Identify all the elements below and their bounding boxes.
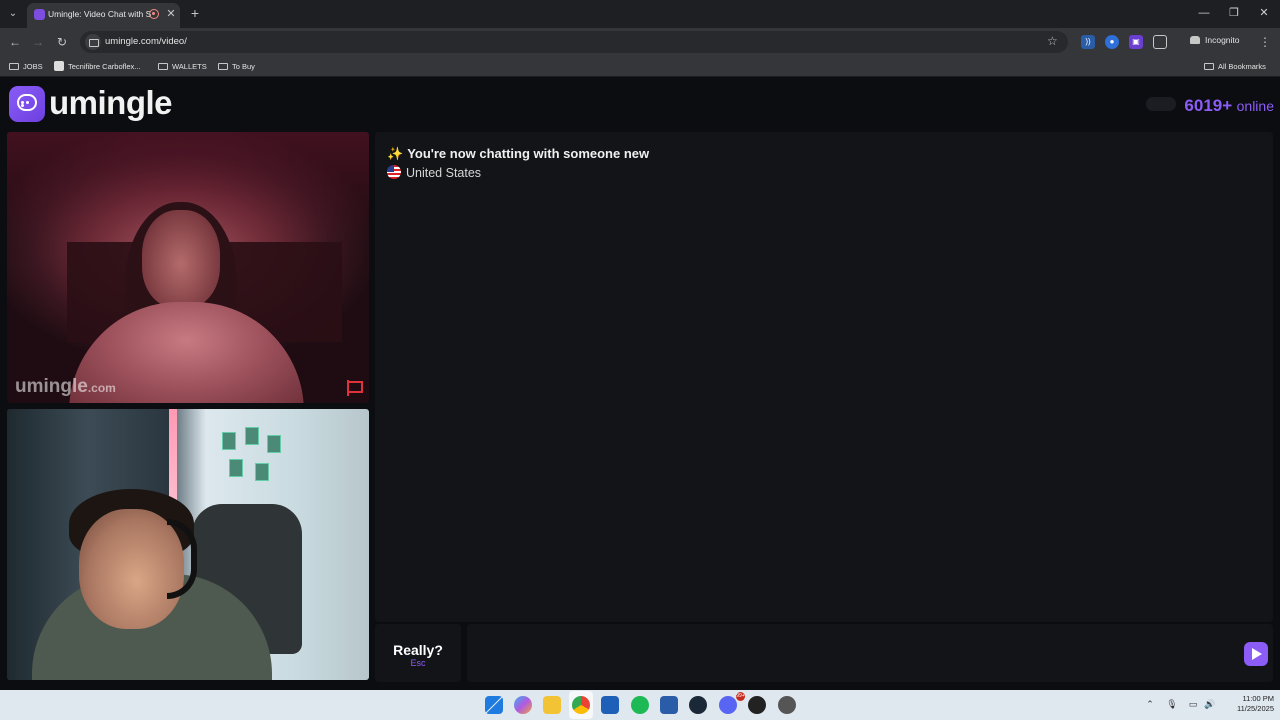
folder-icon bbox=[158, 63, 168, 70]
discord-icon[interactable] bbox=[719, 696, 737, 714]
settings-gear-icon[interactable] bbox=[778, 696, 796, 714]
bookmark-to-buy[interactable]: To Buy bbox=[218, 60, 255, 73]
message-input[interactable] bbox=[467, 624, 1273, 682]
online-counter: 6019+ online bbox=[1146, 96, 1274, 116]
forward-icon[interactable]: → bbox=[30, 34, 46, 50]
online-label: online bbox=[1236, 98, 1274, 114]
send-icon[interactable] bbox=[1244, 642, 1268, 666]
incognito-icon bbox=[1190, 36, 1200, 44]
skip-button[interactable]: Really? Esc bbox=[375, 624, 461, 682]
tab-close-icon[interactable]: ✕ bbox=[165, 7, 177, 21]
skip-confirm-label: Really? bbox=[393, 642, 443, 658]
bookmark-label: WALLETS bbox=[172, 62, 207, 71]
microphone-icon[interactable]: 🎙 bbox=[1166, 698, 1178, 710]
new-tab-button[interactable]: + bbox=[188, 5, 202, 21]
esc-hint: Esc bbox=[410, 658, 426, 668]
close-window-button[interactable]: ✕ bbox=[1256, 6, 1272, 20]
umingle-favicon-icon bbox=[34, 9, 45, 20]
sparkle-icon: ✨ bbox=[387, 146, 404, 161]
spotify-icon[interactable] bbox=[631, 696, 649, 714]
network-icon[interactable]: ▭ bbox=[1187, 698, 1199, 710]
chat-bubble-logo-icon bbox=[9, 86, 45, 122]
microsoft-store-icon[interactable] bbox=[601, 696, 619, 714]
restore-button[interactable]: ❐ bbox=[1226, 6, 1242, 20]
record-app-icon[interactable] bbox=[748, 696, 766, 714]
local-video bbox=[7, 409, 369, 680]
chat-messages-panel: ✨ You're now chatting with someone new Un… bbox=[375, 132, 1273, 622]
volume-icon[interactable]: 🔊 bbox=[1204, 698, 1216, 710]
folder-icon bbox=[1204, 63, 1214, 70]
clock-date: 11/25/2025 bbox=[1237, 704, 1274, 713]
extension-1-icon[interactable]: )) bbox=[1081, 35, 1095, 49]
partner-country: United States bbox=[387, 165, 481, 180]
bookmark-wallets[interactable]: WALLETS bbox=[158, 60, 207, 73]
chat-input-row: Really? Esc bbox=[375, 624, 1273, 682]
online-count: 6019+ bbox=[1184, 96, 1233, 115]
browser-toolbar: ← → ↻ umingle.com/video/ ☆ )) ● ▣ Incogn… bbox=[0, 28, 1280, 56]
theme-toggle[interactable] bbox=[1146, 97, 1177, 111]
chrome-icon[interactable] bbox=[572, 696, 590, 714]
site-bookmark-icon bbox=[54, 61, 64, 71]
tab-title: Umingle: Video Chat with S bbox=[48, 9, 152, 19]
extensions-puzzle-icon[interactable] bbox=[1153, 35, 1167, 49]
minimize-button[interactable]: — bbox=[1196, 6, 1212, 20]
folder-icon bbox=[9, 63, 19, 70]
bookmark-label: Tecnifibre Carboflex... bbox=[68, 62, 141, 71]
system-clock[interactable]: 11:00 PM 11/25/2025 bbox=[1222, 694, 1274, 714]
umingle-page: umingle 6019+ online umingle.com ✨ You'r… bbox=[0, 78, 1280, 690]
logo-text: umingle bbox=[49, 84, 173, 121]
back-icon[interactable]: ← bbox=[7, 34, 23, 50]
bookmark-label: To Buy bbox=[232, 62, 255, 71]
report-flag-icon[interactable] bbox=[345, 380, 363, 396]
us-flag-icon bbox=[387, 165, 401, 179]
browser-tab-strip: ⌄ Umingle: Video Chat with S ✕ + — ❐ ✕ bbox=[0, 0, 1280, 28]
bookmark-label: JOBS bbox=[23, 62, 43, 71]
all-bookmarks[interactable]: All Bookmarks bbox=[1204, 60, 1266, 73]
windows-taskbar: 99+ ⌃ 🎙 ▭ 🔊 11:00 PM 11/25/2025 bbox=[0, 690, 1280, 720]
kebab-menu-icon[interactable]: ⋮ bbox=[1259, 34, 1271, 50]
extension-2-icon[interactable]: ● bbox=[1105, 35, 1119, 49]
bookmark-star-icon[interactable]: ☆ bbox=[1047, 34, 1058, 48]
chevron-up-icon[interactable]: ⌃ bbox=[1144, 698, 1156, 710]
remote-video: umingle.com bbox=[7, 132, 369, 403]
browser-tab[interactable]: Umingle: Video Chat with S ✕ bbox=[27, 3, 180, 28]
system-message: ✨ You're now chatting with someone new bbox=[387, 146, 650, 161]
address-bar[interactable]: umingle.com/video/ ☆ bbox=[80, 31, 1068, 53]
clock-time: 11:00 PM bbox=[1242, 694, 1274, 703]
reload-icon[interactable]: ↻ bbox=[54, 34, 70, 50]
file-explorer-icon[interactable] bbox=[543, 696, 561, 714]
url-text[interactable]: umingle.com/video/ bbox=[105, 36, 187, 47]
shield-app-icon[interactable] bbox=[660, 696, 678, 714]
notification-badge: 99+ bbox=[736, 692, 745, 701]
copilot-icon[interactable] bbox=[514, 696, 532, 714]
incognito-label: Incognito bbox=[1205, 35, 1240, 45]
all-bookmarks-label: All Bookmarks bbox=[1218, 62, 1266, 71]
video-watermark: umingle.com bbox=[15, 376, 116, 397]
folder-icon bbox=[218, 63, 228, 70]
incognito-indicator[interactable]: Incognito bbox=[1190, 35, 1240, 45]
extension-3-icon[interactable]: ▣ bbox=[1129, 35, 1143, 49]
steam-icon[interactable] bbox=[689, 696, 707, 714]
bookmark-jobs[interactable]: JOBS bbox=[9, 60, 43, 73]
windows-start-icon[interactable] bbox=[485, 696, 503, 714]
site-info-icon[interactable] bbox=[85, 34, 101, 50]
bookmark-tecnifibre[interactable]: Tecnifibre Carboflex... bbox=[54, 60, 141, 73]
bookmarks-bar: JOBS Tecnifibre Carboflex... WALLETS To … bbox=[0, 56, 1280, 77]
recording-indicator-icon bbox=[149, 9, 159, 19]
tab-search-icon[interactable]: ⌄ bbox=[4, 5, 22, 23]
